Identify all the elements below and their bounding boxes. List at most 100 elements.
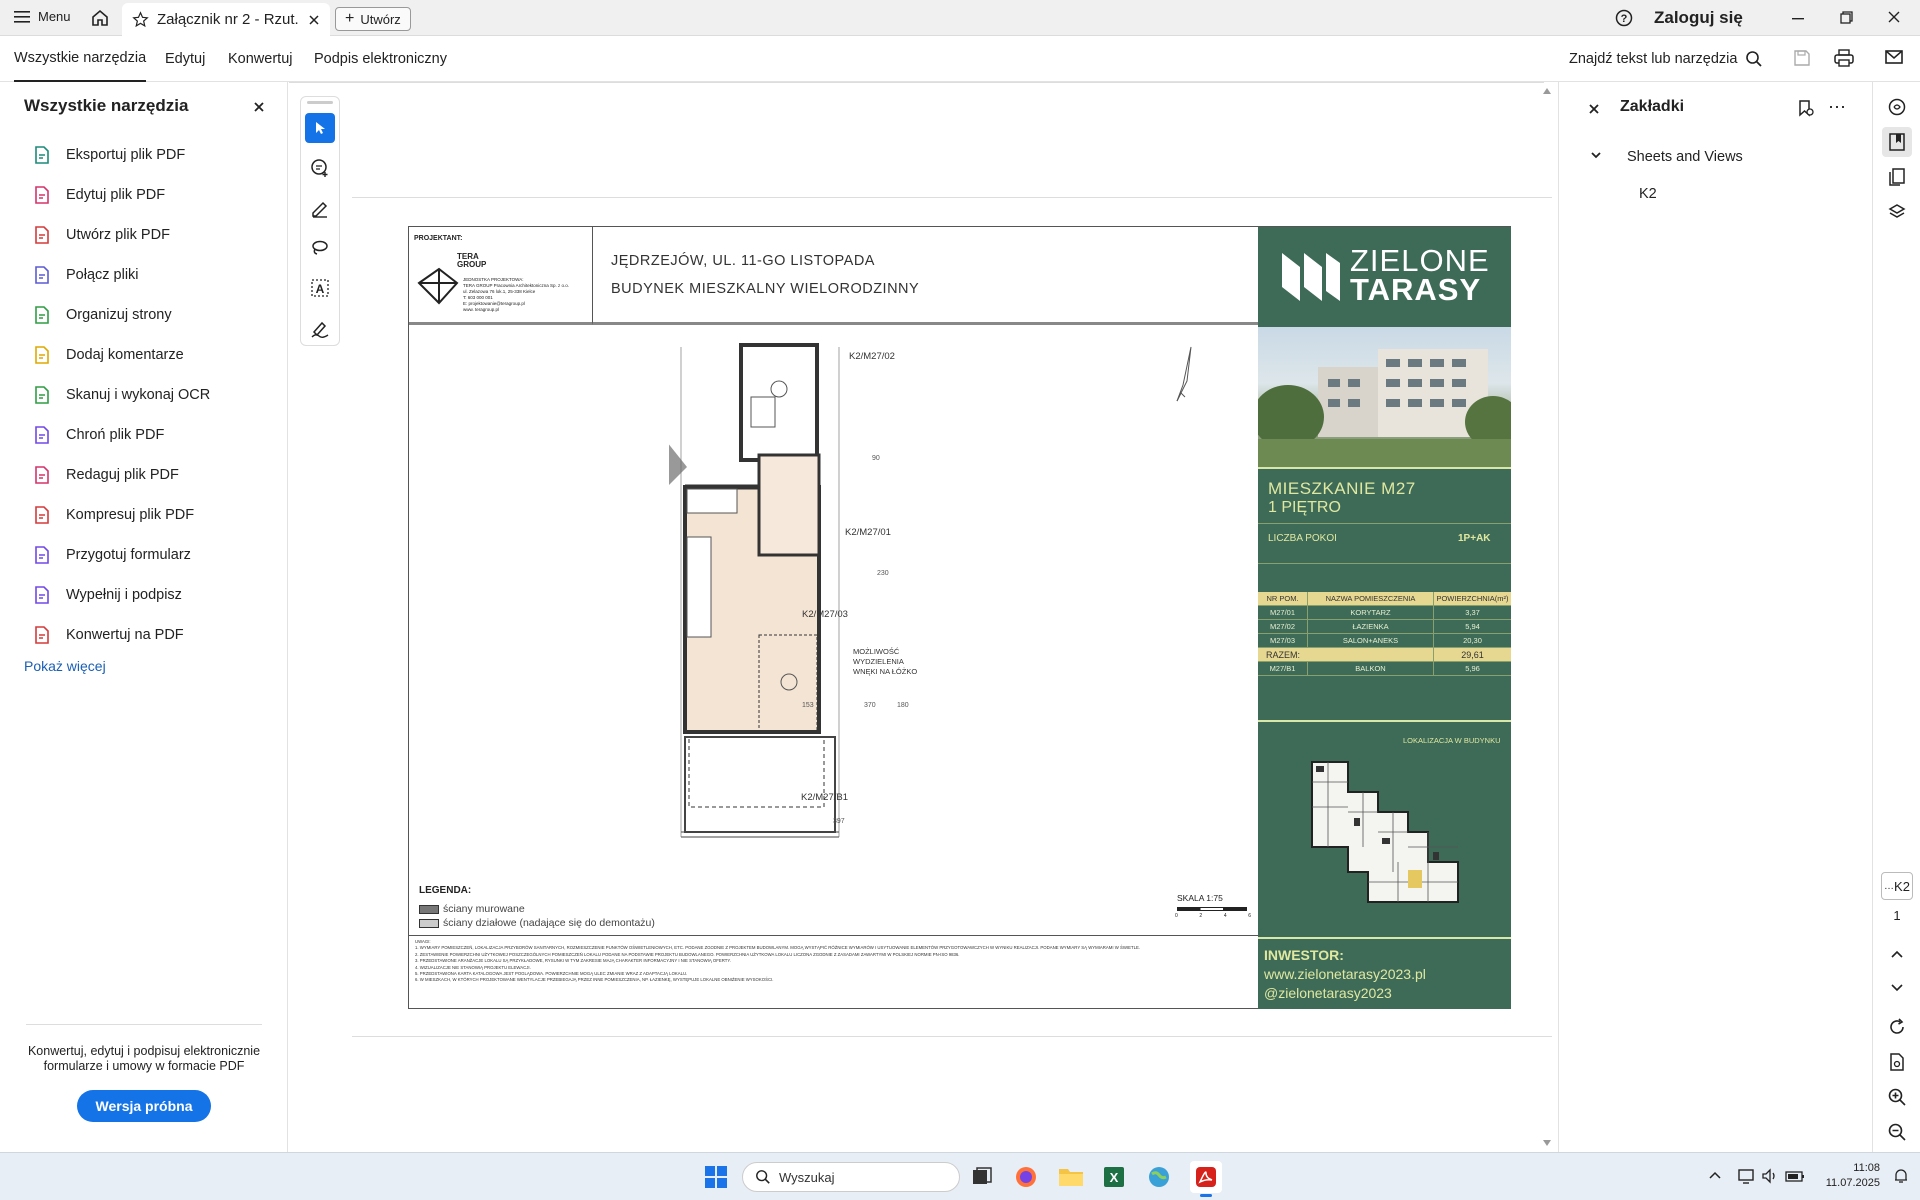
pages-icon <box>1889 168 1905 186</box>
table-row: M27/03 SALON+ANEKS 20,30 <box>1258 634 1511 648</box>
previous-page-button[interactable] <box>1882 940 1912 970</box>
tool-item[interactable]: Redaguj plik PDF <box>32 455 272 495</box>
tool-item[interactable]: Kompresuj plik PDF <box>32 495 272 535</box>
text-box-tool[interactable]: A <box>305 273 335 303</box>
tool-label: Redaguj plik PDF <box>66 467 179 483</box>
taskbar-app-excel[interactable]: X <box>1102 1165 1126 1192</box>
tool-item[interactable]: Edytuj plik PDF <box>32 175 272 215</box>
tool-item[interactable]: Dodaj komentarze <box>32 335 272 375</box>
tool-icon <box>35 626 49 644</box>
document-tab[interactable]: Załącznik nr 2 - Rzut... <box>122 3 330 36</box>
tool-item[interactable]: Wypełnij i podpisz <box>32 575 272 615</box>
scroll-up-arrow[interactable] <box>1543 88 1551 94</box>
windows-logo-icon <box>705 1166 727 1188</box>
layers-button[interactable] <box>1882 197 1912 227</box>
close-window-button[interactable] <box>1886 9 1902 28</box>
menu-edit[interactable]: Edytuj <box>165 36 205 82</box>
new-tab-button[interactable]: + Utwórz <box>335 7 411 31</box>
table-cell: 5,94 <box>1465 622 1480 631</box>
scale-tick: 4 <box>1223 913 1227 919</box>
taskbar-app-explorer[interactable] <box>1058 1165 1084 1192</box>
signin-button[interactable]: Zaloguj się <box>1654 8 1743 28</box>
tray-display-icon[interactable] <box>1737 1167 1755 1188</box>
menu-button[interactable]: Menu <box>14 9 71 24</box>
close-tab-icon[interactable] <box>308 14 320 26</box>
zoom-in-button[interactable] <box>1882 1082 1912 1112</box>
page-info-button[interactable] <box>1882 1047 1912 1077</box>
tool-label: Połącz pliki <box>66 267 139 283</box>
tray-battery-icon[interactable] <box>1785 1167 1805 1188</box>
svg-text:?: ? <box>1621 13 1628 25</box>
menu-e-signature[interactable]: Podpis elektroniczny <box>314 36 447 82</box>
address-block: JĘDRZEJÓW, UL. 11-GO LISTOPADA BUDYNEK M… <box>593 227 1259 325</box>
taskbar-app-browser[interactable] <box>1147 1165 1171 1192</box>
scroll-down-arrow[interactable] <box>1543 1140 1551 1146</box>
vertical-scrollbar[interactable] <box>1541 86 1553 1148</box>
bookmark-settings-icon <box>1799 100 1814 117</box>
draw-tool[interactable] <box>305 193 335 223</box>
close-icon <box>1589 104 1599 114</box>
taskbar-app-acrobat[interactable] <box>1190 1161 1222 1197</box>
pages-button[interactable] <box>1882 162 1912 192</box>
more-options-icon[interactable]: ⋯ <box>1828 97 1847 118</box>
tool-item[interactable]: Konwertuj na PDF <box>32 615 272 655</box>
help-button[interactable]: ? <box>1615 9 1633 30</box>
promo-text: Konwertuj, edytuj i podpisuj elektronicz… <box>27 1044 261 1073</box>
expand-collapse-toggle[interactable] <box>1590 148 1602 164</box>
table-cell: ŁAZIENKA <box>1308 620 1434 633</box>
tool-item[interactable]: Przygotuj formularz <box>32 535 272 575</box>
tool-item[interactable]: Skanuj i wykonaj OCR <box>32 375 272 415</box>
tool-item[interactable]: Połącz pliki <box>32 255 272 295</box>
print-icon <box>1834 49 1854 67</box>
document-search-icon <box>1890 1053 1904 1071</box>
start-button[interactable] <box>704 1165 728 1192</box>
tool-item[interactable]: Organizuj strony <box>32 295 272 335</box>
print-button[interactable] <box>1834 49 1854 70</box>
bookmarks-panel <box>1558 82 1872 1152</box>
close-bookmarks-button[interactable] <box>1588 102 1600 118</box>
comment-tool[interactable] <box>305 153 335 183</box>
scale-ticks: 0 2 4 6 <box>1175 913 1251 919</box>
address-line-1: JĘDRZEJÓW, UL. 11-GO LISTOPADA <box>611 253 875 269</box>
taskbar-app-firefox[interactable] <box>1014 1165 1038 1192</box>
page-label-box[interactable]: … K2 <box>1881 872 1913 900</box>
close-panel-button[interactable] <box>253 100 265 116</box>
select-tool[interactable] <box>305 113 335 143</box>
tool-icon <box>35 546 49 564</box>
home-button[interactable] <box>90 8 110 31</box>
show-more-link[interactable]: Pokaż więcej <box>24 658 106 674</box>
menu-convert[interactable]: Konwertuj <box>228 36 292 82</box>
tool-item[interactable]: Eksportuj plik PDF <box>32 135 272 175</box>
menu-all-tools[interactable]: Wszystkie narzędzia <box>14 36 147 82</box>
email-button[interactable] <box>1885 49 1903 68</box>
trial-button[interactable]: Wersja próbna <box>77 1090 211 1122</box>
star-icon[interactable] <box>132 11 149 28</box>
chevron-up-icon <box>1891 950 1903 958</box>
next-page-button[interactable] <box>1882 972 1912 1002</box>
bookmark-options-button[interactable] <box>1797 99 1815 120</box>
address-line-2: BUDYNEK MIESZKALNY WIELORODZINNY <box>611 281 920 297</box>
rotate-button[interactable] <box>1882 1012 1912 1042</box>
tool-item[interactable]: Utwórz plik PDF <box>32 215 272 255</box>
sign-tool[interactable] <box>305 313 335 343</box>
restore-button[interactable] <box>1838 9 1854 28</box>
bookmark-item-sheets[interactable]: Sheets and Views <box>1627 149 1743 165</box>
freehand-tool[interactable] <box>305 233 335 263</box>
ai-assistant-button[interactable] <box>1882 92 1912 122</box>
bookmarks-button[interactable] <box>1882 127 1912 157</box>
tool-item[interactable]: Chroń plik PDF <box>32 415 272 455</box>
bookmark-item-k2[interactable]: K2 <box>1639 186 1657 202</box>
tray-volume-icon[interactable] <box>1761 1167 1779 1188</box>
find-tools-search[interactable]: Znajdź tekst lub narzędzia <box>1569 36 1763 82</box>
divider-line <box>1258 563 1511 564</box>
tray-overflow-button[interactable] <box>1708 1169 1722 1186</box>
minimize-button[interactable] <box>1790 10 1806 29</box>
strip-grip[interactable] <box>307 101 333 104</box>
close-icon <box>1888 11 1900 23</box>
taskbar-app-taskview[interactable] <box>970 1165 994 1192</box>
taskbar-search[interactable]: Wyszukaj <box>742 1162 960 1192</box>
tray-clock[interactable]: 11:08 11.07.2025 <box>1810 1161 1880 1191</box>
save-button[interactable] <box>1793 49 1811 70</box>
notification-bell-button[interactable] <box>1892 1167 1910 1188</box>
zoom-out-button[interactable] <box>1882 1117 1912 1147</box>
